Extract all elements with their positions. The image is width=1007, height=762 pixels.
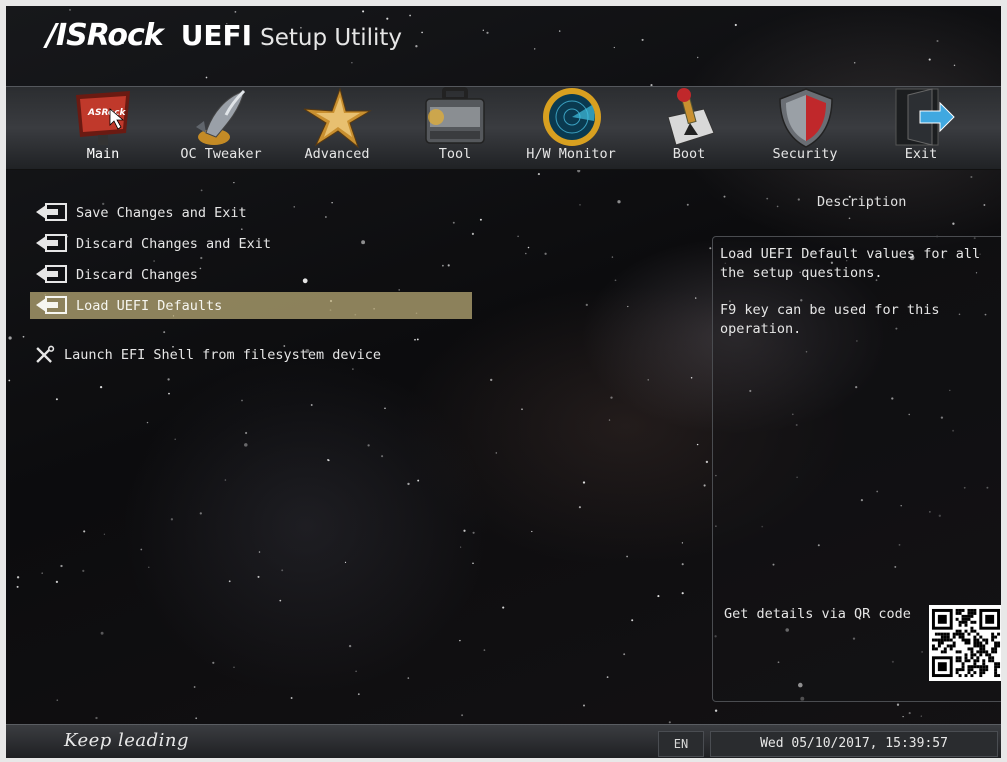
boot-switch-icon: [667, 88, 715, 146]
qr-code: [929, 605, 1001, 681]
tab-boot-label: Boot: [672, 146, 706, 162]
menu-item-label: Save Changes and Exit: [76, 204, 247, 221]
brand-header: /ISRock UEFI Setup Utility: [46, 18, 402, 58]
exit-arrow-icon: [36, 233, 67, 252]
wrench-screwdriver-icon: [36, 345, 55, 363]
menu-item-label: Discard Changes: [76, 266, 198, 283]
menu-save-changes-and-exit[interactable]: Save Changes and Exit: [30, 199, 472, 226]
description-title: Description: [817, 194, 907, 210]
main-navigation: ASRock Main OC Tweaker Advanced Tool H/W…: [6, 86, 1001, 170]
menu-discard-changes-and-exit[interactable]: Discard Changes and Exit: [30, 230, 472, 257]
tab-advanced-label: Advanced: [304, 146, 370, 162]
menu-load-uefi-defaults[interactable]: Load UEFI Defaults: [30, 292, 472, 319]
menu-discard-changes[interactable]: Discard Changes: [30, 261, 472, 288]
footer-bar: Keep leading EN Wed 05/10/2017, 15:39:57: [6, 724, 1001, 758]
uefi-screen: /ISRock UEFI Setup Utility ASRock Main O: [6, 6, 1001, 758]
description-hint: F9 key can be used for this operation.: [720, 302, 940, 337]
tab-oc-tweaker-label: OC Tweaker: [180, 146, 262, 162]
exit-arrow-icon: [36, 264, 67, 283]
svg-text:ASRock: ASRock: [87, 108, 126, 118]
menu-launch-efi-shell[interactable]: Launch EFI Shell from filesystem device: [30, 341, 472, 368]
tab-tool-label: Tool: [438, 146, 472, 162]
keep-leading-slogan: Keep leading: [64, 730, 190, 751]
qr-label: Get details via QR code: [724, 606, 911, 622]
asrock-logo: /ISRock: [46, 18, 164, 53]
tab-exit-label: Exit: [904, 146, 938, 162]
tab-security-label: Security: [772, 146, 838, 162]
menu-item-label: Launch EFI Shell from filesystem device: [64, 346, 381, 363]
setup-utility-title: Setup Utility: [260, 25, 403, 51]
uefi-title: UEFI: [180, 19, 253, 52]
radar-icon: [543, 88, 601, 146]
menu-item-label: Load UEFI Defaults: [76, 297, 223, 314]
exit-arrow-icon: [36, 295, 67, 314]
rocket-icon: [196, 89, 246, 145]
description-text: Load UEFI Default values for all the set…: [720, 246, 981, 281]
language-button[interactable]: EN: [658, 731, 704, 757]
menu-item-label: Discard Changes and Exit: [76, 235, 272, 252]
exit-arrow-icon: [36, 202, 67, 221]
shield-icon: [779, 88, 833, 148]
star-icon: [303, 87, 372, 149]
datetime-display: Wed 05/10/2017, 15:39:57: [710, 731, 998, 757]
tab-main-label: Main: [86, 146, 120, 162]
exit-door-icon: [895, 88, 955, 146]
description-panel: Load UEFI Default values for all the set…: [712, 236, 1001, 702]
main-icon: ASRock: [76, 91, 130, 145]
tab-hw-monitor-label: H/W Monitor: [526, 146, 616, 162]
toolbox-icon: [425, 87, 485, 144]
